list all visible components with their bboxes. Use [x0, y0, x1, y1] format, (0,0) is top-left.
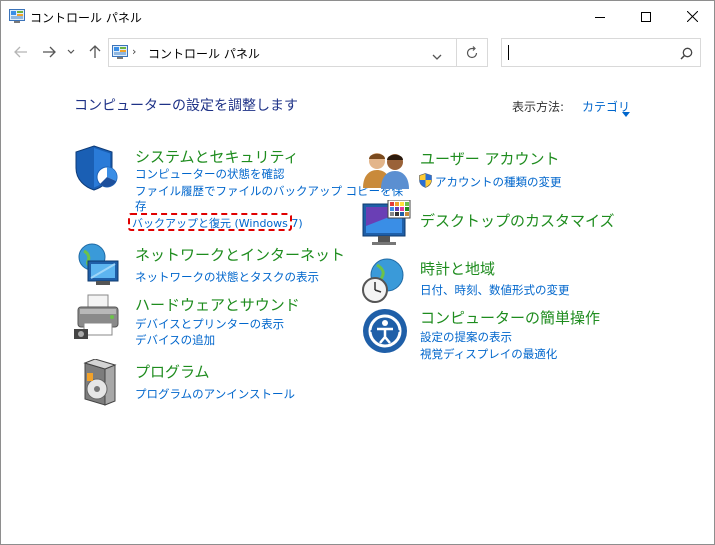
category-system-security[interactable]: システムとセキュリティ [135, 146, 299, 167]
navigation-bar: › コントロール パネル › [1, 32, 714, 72]
maximize-button[interactable] [623, 1, 669, 32]
link-uninstall-program[interactable]: プログラムのアンインストール [135, 386, 295, 402]
category-network-internet[interactable]: ネットワークとインターネット [135, 244, 345, 265]
forward-button[interactable] [39, 42, 59, 62]
breadcrumb-separator-icon[interactable]: › [242, 45, 246, 58]
window-title: コントロール パネル [30, 11, 142, 25]
category-user-accounts[interactable]: ユーザー アカウント [420, 148, 559, 169]
category-ease-of-access[interactable]: コンピューターの簡単操作 [420, 307, 600, 328]
category-programs[interactable]: プログラム [135, 361, 210, 382]
link-optimize-display[interactable]: 視覚ディスプレイの最適化 [420, 346, 557, 362]
link-file-history-backup-wrap[interactable]: 存 [135, 198, 147, 214]
caret-down-icon[interactable] [622, 102, 630, 121]
programs-icon[interactable] [81, 358, 119, 411]
close-icon [686, 11, 698, 22]
printer-icon[interactable] [74, 293, 122, 347]
control-panel-window: コントロール パネル › コントロール パネル › コンピューターの設定を調整し… [0, 0, 715, 545]
refresh-icon [466, 45, 478, 58]
maximize-icon [641, 11, 651, 22]
control-panel-icon [9, 8, 25, 27]
network-icon[interactable] [74, 241, 122, 293]
page-title: コンピューターの設定を調整します [74, 98, 298, 114]
ease-of-access-icon[interactable] [362, 308, 408, 358]
search-button[interactable] [680, 45, 693, 64]
search-box[interactable] [501, 38, 701, 67]
control-panel-icon [112, 44, 128, 63]
minimize-icon [595, 16, 605, 18]
up-button[interactable] [85, 42, 105, 62]
view-by-label: 表示方法: [512, 100, 565, 114]
arrow-right-icon [43, 46, 56, 58]
chevron-down-icon [432, 54, 442, 60]
link-settings-suggestions[interactable]: 設定の提案の表示 [420, 329, 512, 345]
link-network-status[interactable]: ネットワークの状態とタスクの表示 [135, 269, 319, 285]
address-dropdown-button[interactable] [432, 46, 442, 65]
link-devices-printers[interactable]: デバイスとプリンターの表示 [135, 316, 284, 332]
title-bar[interactable]: コントロール パネル [1, 1, 714, 32]
chevron-down-icon [67, 49, 75, 54]
highlight-annotation [128, 213, 292, 231]
close-button[interactable] [669, 1, 714, 32]
uac-shield-icon [419, 173, 432, 192]
refresh-button[interactable] [456, 38, 488, 67]
breadcrumb-separator-icon[interactable]: › [132, 45, 136, 58]
link-add-device[interactable]: デバイスの追加 [135, 332, 215, 348]
user-accounts-icon[interactable] [362, 148, 410, 194]
desktop-customize-icon[interactable] [362, 199, 412, 252]
text-caret [508, 45, 509, 60]
link-change-account-type[interactable]: アカウントの種類の変更 [435, 174, 562, 190]
back-button[interactable] [11, 42, 31, 62]
minimize-button[interactable] [577, 1, 623, 32]
arrow-up-icon [89, 45, 101, 58]
arrow-left-icon [14, 46, 27, 58]
search-icon [680, 47, 693, 60]
category-clock-region[interactable]: 時計と地域 [420, 258, 495, 279]
category-hardware-sound[interactable]: ハードウェアとサウンド [135, 294, 300, 315]
system-security-icon[interactable] [74, 144, 120, 196]
link-date-time-format[interactable]: 日付、時刻、数値形式の変更 [420, 282, 570, 298]
clock-region-icon[interactable] [362, 257, 408, 309]
category-desktop-customize[interactable]: デスクトップのカスタマイズ [420, 210, 615, 231]
address-bar[interactable]: › コントロール パネル › [108, 38, 457, 67]
recent-locations-button[interactable] [64, 42, 78, 62]
search-input[interactable] [512, 41, 676, 64]
link-check-computer-status[interactable]: コンピューターの状態を確認 [135, 166, 285, 182]
